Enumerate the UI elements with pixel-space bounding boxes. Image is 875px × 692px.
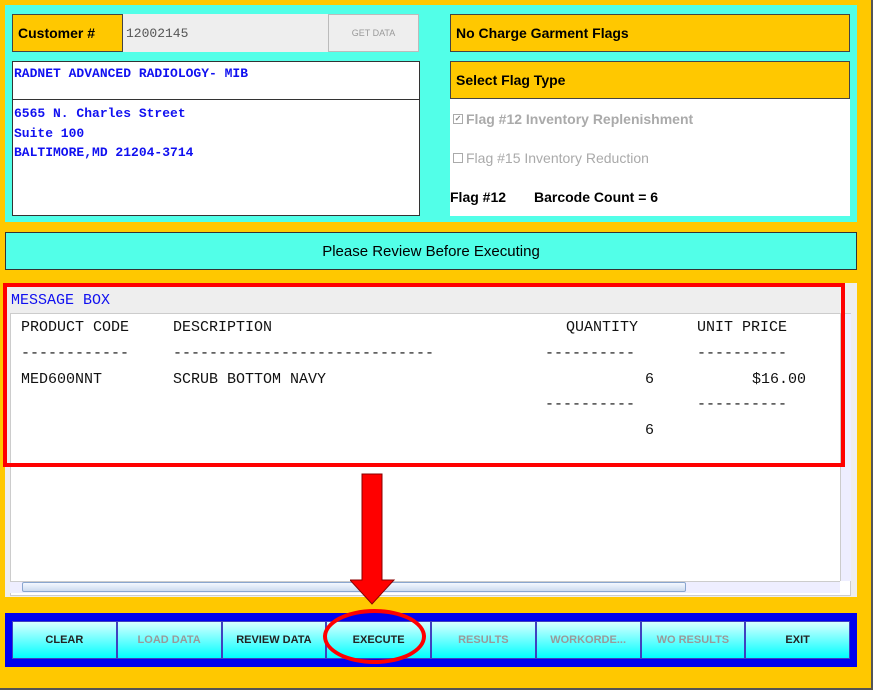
review-data-button[interactable]: REVIEW DATA — [221, 621, 327, 659]
arrow-down-icon — [350, 473, 396, 605]
flag-12-label: Flag #12 Inventory Replenishment — [466, 111, 694, 127]
button-bar: CLEAR LOAD DATA REVIEW DATA EXECUTE RESU… — [5, 613, 857, 667]
checkbox-checked-icon: ✓ — [453, 114, 463, 124]
address-line: Suite 100 — [14, 125, 85, 141]
address-line: 6565 N. Charles Street — [14, 106, 186, 121]
flag-15-checkbox[interactable]: Flag #15 Inventory Reduction — [453, 150, 649, 166]
results-button[interactable]: RESULTS — [431, 621, 536, 659]
selected-flag: Flag #12 — [450, 189, 507, 205]
customer-label: Customer # — [12, 14, 123, 52]
highlight-ellipse — [323, 609, 426, 664]
flag-12-checkbox[interactable]: ✓ Flag #12 Inventory Replenishment — [453, 111, 693, 127]
highlight-rectangle — [3, 283, 845, 467]
customer-number-input[interactable]: 12002145 — [123, 14, 328, 52]
flag-15-label: Flag #15 Inventory Reduction — [466, 150, 649, 166]
customer-address: 6565 N. Charles Street Suite 100 BALTIMO… — [12, 99, 420, 216]
flags-title: No Charge Garment Flags — [450, 14, 850, 52]
review-banner: Please Review Before Executing — [5, 232, 857, 270]
wo-results-button[interactable]: WO RESULTS — [640, 621, 746, 659]
address-line: BALTIMORE,MD 21204-3714 — [14, 145, 194, 160]
clear-button[interactable]: CLEAR — [12, 621, 117, 659]
exit-button[interactable]: EXIT — [745, 621, 850, 659]
get-data-button[interactable]: GET DATA — [328, 14, 419, 52]
select-flag-type-label: Select Flag Type — [450, 61, 850, 99]
flag-options: ✓ Flag #12 Inventory Replenishment Flag #… — [450, 99, 850, 216]
workorder-button[interactable]: WORKORDE... — [535, 621, 641, 659]
load-data-button[interactable]: LOAD DATA — [116, 621, 222, 659]
checkbox-unchecked-icon — [453, 153, 463, 163]
barcode-count: Barcode Count = 6 — [534, 189, 659, 205]
customer-name: RADNET ADVANCED RADIOLOGY- MIB — [12, 61, 420, 100]
